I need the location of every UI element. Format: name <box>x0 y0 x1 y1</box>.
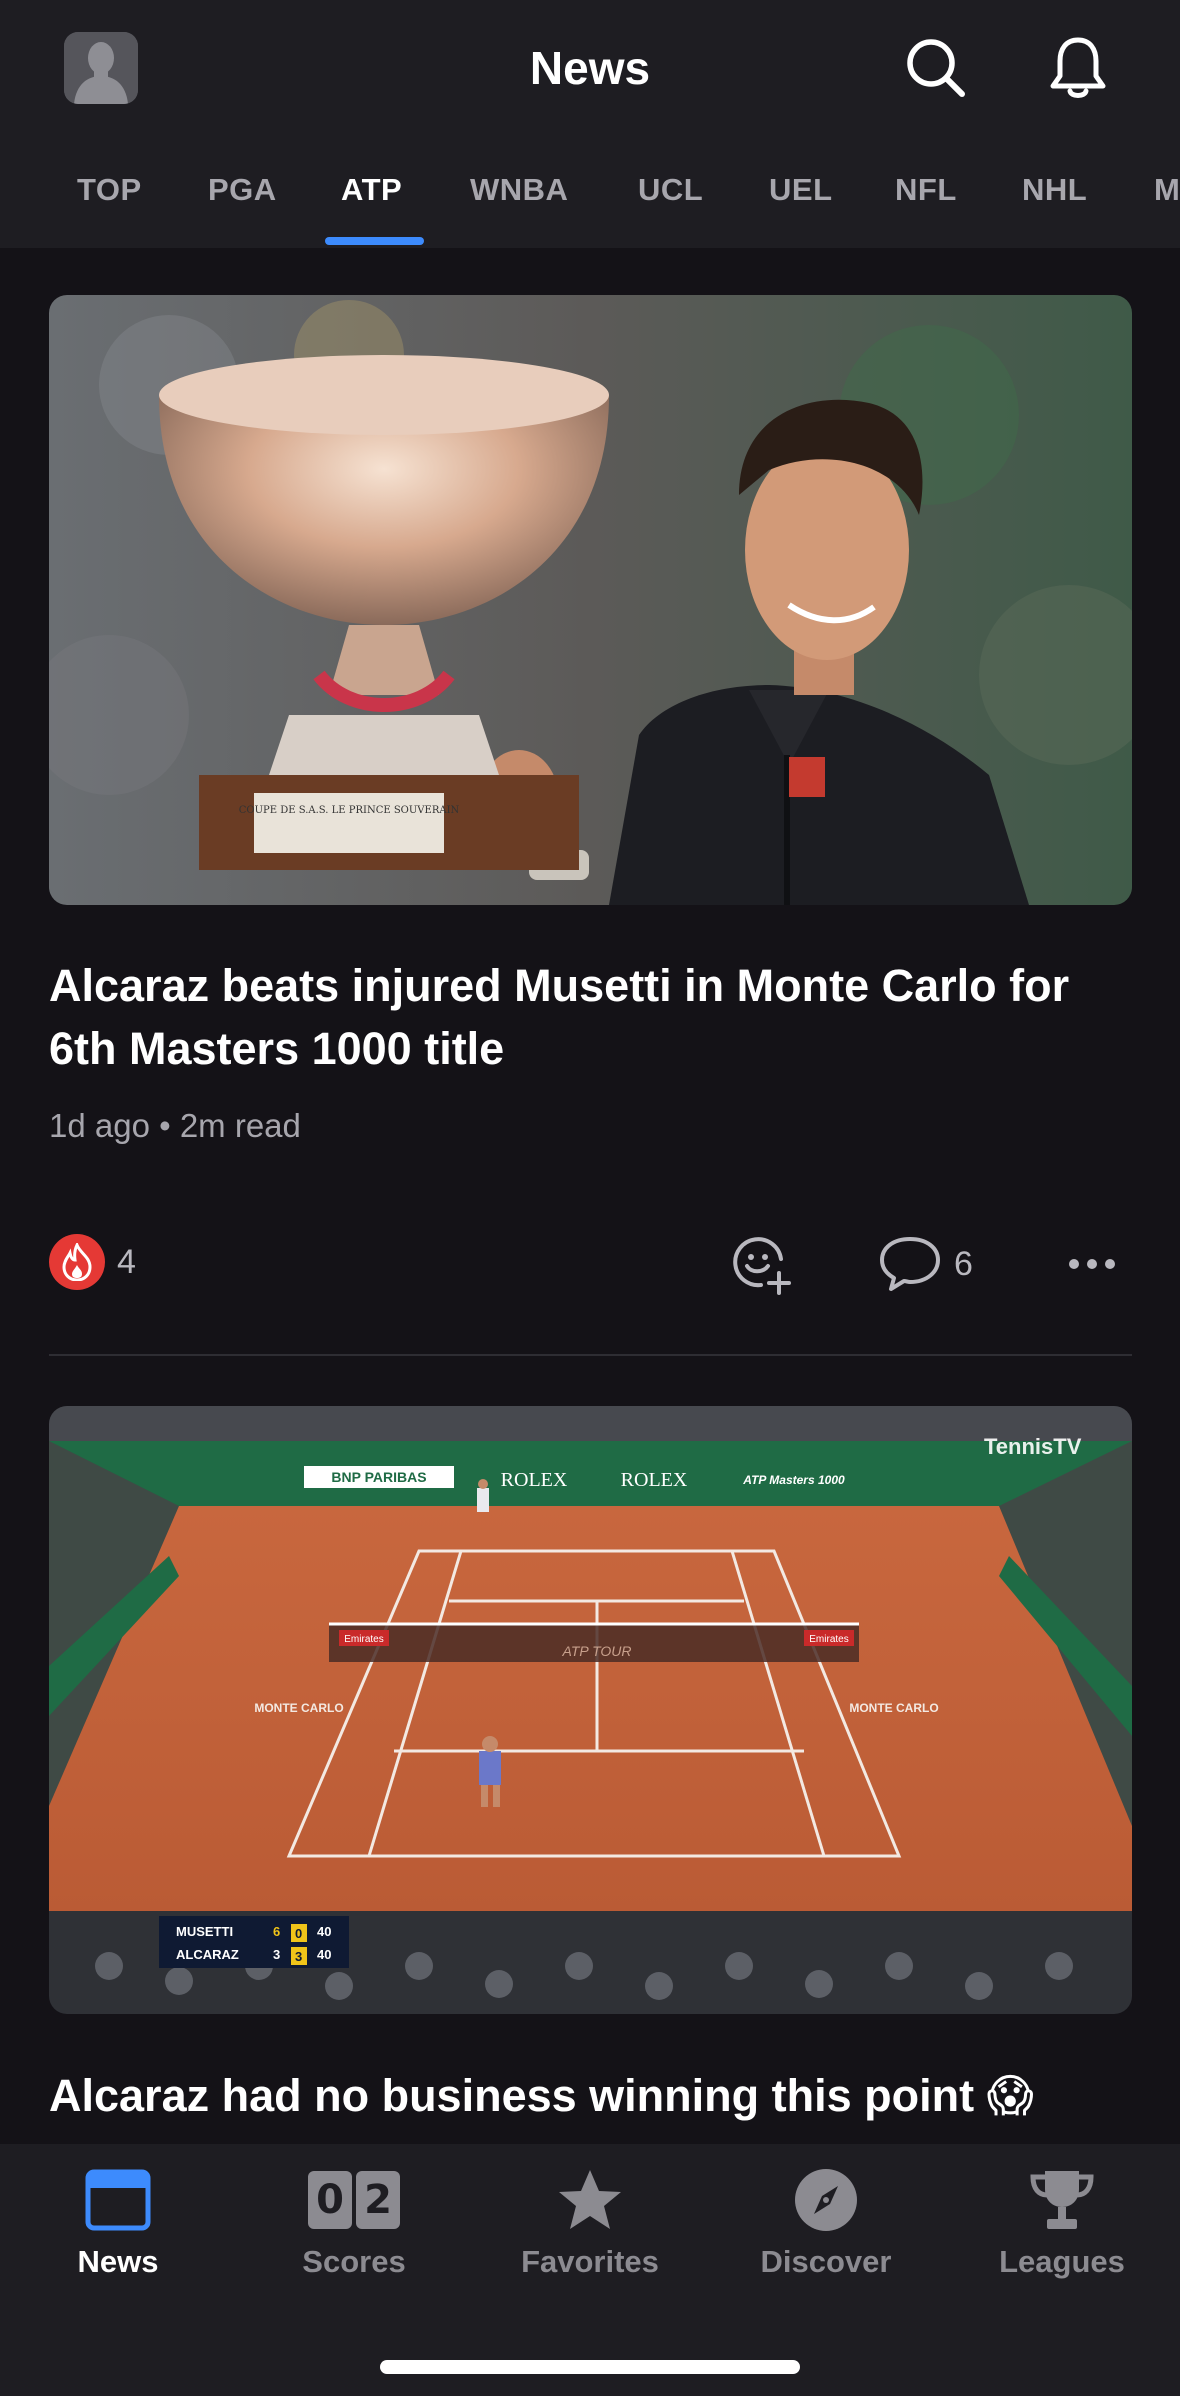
trophy-icon <box>1030 2171 1094 2229</box>
scores-icon: 0 2 <box>236 2164 472 2236</box>
tab-ucl[interactable]: UCL <box>638 170 703 210</box>
net-sponsor-right: Emirates <box>809 1634 848 1645</box>
nav-news[interactable]: News <box>0 2164 236 2304</box>
tab-nhl[interactable]: NHL <box>1022 170 1087 210</box>
sponsor-rolex-1: ROLEX <box>501 1469 568 1491</box>
reactions-summary[interactable]: 4 <box>49 1234 136 1290</box>
score-player-2: ALCARAZ <box>176 1947 239 1962</box>
add-reaction-icon <box>733 1237 791 1295</box>
tab-pga[interactable]: PGA <box>208 170 277 210</box>
compass-icon <box>795 2169 857 2231</box>
score-p2-set2: 3 <box>295 1949 302 1964</box>
sponsor-rolex-2: ROLEX <box>621 1469 688 1491</box>
article-divider <box>49 1354 1132 1356</box>
tab-more[interactable]: M <box>1154 170 1180 210</box>
sponsor-atp-masters: ATP Masters 1000 <box>742 1473 845 1487</box>
nav-scores[interactable]: 0 2 Scores <box>236 2164 472 2304</box>
search-icon <box>907 39 965 97</box>
news-icon <box>85 2169 151 2231</box>
bottom-tab-bar: News 0 2 Scores Favorites Discover Leagu… <box>0 2144 1180 2396</box>
court-text-left: MONTE CARLO <box>254 1701 343 1715</box>
fire-reaction-icon <box>49 1234 105 1290</box>
active-tab-indicator <box>325 237 424 245</box>
reaction-count: 4 <box>117 1243 136 1281</box>
tab-atp[interactable]: ATP <box>341 170 402 210</box>
tennis-tv-watermark: TennisTV <box>984 1434 1082 1459</box>
sponsor-bnp: BNP PARIBAS <box>331 1469 426 1485</box>
search-button[interactable] <box>896 28 976 108</box>
notifications-button[interactable] <box>1038 28 1118 108</box>
score-player-1: MUSETTI <box>176 1924 233 1939</box>
article-hero-image[interactable]: COUPE DE S.A.S. LE PRINCE SOUVERAIN <box>49 295 1132 905</box>
more-dots-icon <box>1069 1259 1115 1269</box>
home-indicator[interactable] <box>380 2360 800 2374</box>
nav-leagues-label: Leagues <box>999 2244 1125 2279</box>
nav-leagues[interactable]: Leagues <box>944 2164 1180 2304</box>
score-p1-game: 40 <box>317 1924 331 1939</box>
score-p2-game: 40 <box>317 1947 331 1962</box>
comments-button[interactable]: 6 <box>878 1232 973 1296</box>
article-headline-2[interactable]: Alcaraz had no business winning this poi… <box>49 2064 1132 2127</box>
nav-scores-label: Scores <box>302 2244 406 2279</box>
net-sponsor-left: Emirates <box>344 1634 383 1645</box>
score-p1-set2: 0 <box>295 1926 302 1941</box>
trophy-photo: COUPE DE S.A.S. LE PRINCE SOUVERAIN <box>49 295 1132 905</box>
score-p2-set1: 3 <box>273 1947 280 1962</box>
court-text-right: MONTE CARLO <box>849 1701 938 1715</box>
comment-count: 6 <box>954 1245 973 1283</box>
nav-favorites[interactable]: Favorites <box>472 2164 708 2304</box>
nav-favorites-label: Favorites <box>521 2244 659 2279</box>
tab-wnba[interactable]: WNBA <box>470 170 568 210</box>
star-icon <box>559 2170 621 2229</box>
article-meta: 1d ago • 2m read <box>49 1107 301 1144</box>
tab-top[interactable]: TOP <box>77 170 142 210</box>
nav-discover[interactable]: Discover <box>708 2164 944 2304</box>
page-title: News <box>529 42 651 94</box>
score-p1-set1: 6 <box>273 1924 280 1939</box>
bell-icon <box>1050 37 1106 98</box>
tennis-court-photo: Emirates Emirates ATP TOUR BNP PARIBAS R… <box>49 1406 1132 2014</box>
net-atp-tour: ATP TOUR <box>562 1643 632 1659</box>
tab-uel[interactable]: UEL <box>769 170 833 210</box>
more-options-button[interactable] <box>1062 1242 1122 1286</box>
top-bar: News TOP PGA ATP WNBA UCL UEL NFL NHL M <box>0 0 1180 248</box>
nav-discover-label: Discover <box>760 2244 892 2279</box>
trophy-plaque-text: COUPE DE S.A.S. LE PRINCE SOUVERAIN <box>239 805 460 816</box>
nav-news-label: News <box>77 2244 159 2279</box>
article-headline[interactable]: Alcaraz beats injured Musetti in Monte C… <box>49 954 1132 1080</box>
add-reaction-button[interactable] <box>730 1232 794 1296</box>
article-video-thumbnail[interactable]: Emirates Emirates ATP TOUR BNP PARIBAS R… <box>49 1406 1132 2014</box>
league-tabs: TOP PGA ATP WNBA UCL UEL NFL NHL M <box>0 160 1180 248</box>
comment-icon <box>880 1237 940 1291</box>
tab-nfl[interactable]: NFL <box>895 170 957 210</box>
